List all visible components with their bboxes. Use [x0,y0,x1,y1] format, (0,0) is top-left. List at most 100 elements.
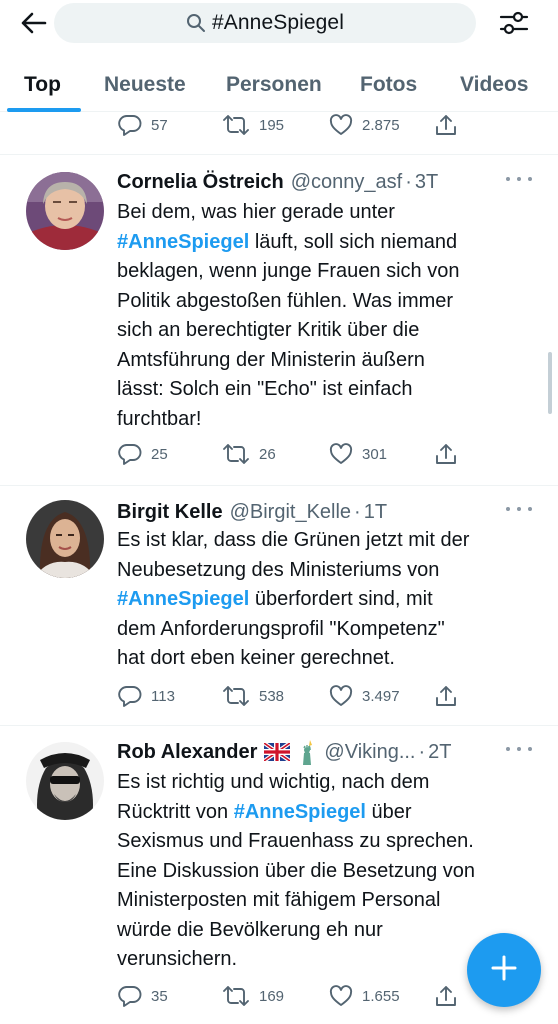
heart-icon [329,114,353,136]
tab-fotos[interactable]: Fotos [360,58,417,111]
like-count: 2.875 [362,116,400,134]
tweet-line: lässt: Solch ein "Echo" ist einfach [117,378,413,400]
tweet-line: Amtsführung der Ministerin äußern [117,348,425,371]
retweet-icon [222,985,250,1007]
share-button[interactable] [434,439,458,469]
like-button[interactable]: 3.497 [329,681,400,711]
author-name[interactable]: Birgit Kelle [117,501,223,524]
retweet-count: 169 [259,987,285,1005]
divider [0,154,558,155]
retweet-icon [222,114,250,136]
hashtag-link[interactable]: #AnneSpiegel [117,588,249,610]
tweet-line: Es ist richtig und wichtig, nach dem [117,771,430,793]
tweet-line: #AnneSpiegel überfordert sind, mit [117,588,433,610]
uk-flag-icon [264,743,291,761]
retweet-icon [222,443,250,465]
tweet-time[interactable]: 3T [415,171,438,194]
tweet-line: Eine Diskussion über die Besetzung von [117,859,475,882]
avatar[interactable] [26,172,104,250]
tweet[interactable]: Birgit Kelle @Birgit_Kelle · 1T Es ist k… [0,498,558,724]
hashtag-link[interactable]: #AnneSpiegel [234,801,366,823]
reply-count: 35 [151,987,168,1005]
like-button[interactable]: 1.655 [329,981,400,1011]
heart-icon [329,985,353,1007]
tab-videos[interactable]: Videos [460,58,528,111]
retweet-count: 538 [259,687,285,705]
reply-button[interactable]: 25 [118,439,168,469]
tweet-line: Neubesetzung des Ministeriums von [117,558,440,581]
retweet-button[interactable]: 169 [222,981,284,1011]
tweet-time[interactable]: 2T [428,741,451,764]
retweet-icon [222,685,250,707]
divider [0,485,558,486]
author-handle[interactable]: @conny_asf [291,171,402,194]
divider [0,725,558,726]
retweet-button[interactable]: 195 [222,110,284,140]
search-query: #AnneSpiegel [212,11,344,34]
separator-dot: · [405,170,412,193]
search-input[interactable]: #AnneSpiegel [54,3,476,43]
hashtag-link[interactable]: #AnneSpiegel [117,231,249,253]
tab-top[interactable]: Top [24,58,61,111]
tweet-text: Es ist richtig und wichtig, nach dem Rüc… [117,768,537,975]
scrollbar[interactable] [548,352,552,414]
more-options-icon[interactable] [506,500,532,518]
statue-of-liberty-icon [297,739,317,765]
like-button[interactable]: 301 [329,439,387,469]
reply-count: 113 [151,687,175,705]
share-button[interactable] [434,110,458,140]
tweet-header: Rob Alexander @Viking... · 2T [117,738,452,766]
tab-personen[interactable]: Personen [226,58,322,111]
tweet-actions: 113 538 3.497 [0,681,558,711]
separator-dot: · [354,500,361,523]
author-name[interactable]: Cornelia Östreich [117,171,284,194]
reply-icon [118,685,142,707]
tweet-line: dem Anforderungsprofil "Kompetenz" [117,617,445,640]
author-name[interactable]: Rob Alexander [117,741,257,764]
tweet-actions: 25 26 301 [0,439,558,469]
retweet-button[interactable]: 538 [222,681,284,711]
tweet-line: würde die Bevölkerung eh nur [117,918,383,941]
like-count: 1.655 [362,987,400,1005]
reply-icon [118,985,142,1007]
reply-button[interactable]: 57 [118,110,168,140]
back-arrow-icon[interactable] [16,6,52,40]
tweet-line: sich an berechtigter Kritik über die [117,319,420,341]
plus-icon [490,954,518,987]
tweet-line: beklagen, wenn junge Frauen sich von [117,260,460,282]
share-icon [434,984,458,1008]
retweet-button[interactable]: 26 [222,439,276,469]
reply-button[interactable]: 113 [118,681,175,711]
tweet-header: Birgit Kelle @Birgit_Kelle · 1T [117,498,387,526]
top-bar: #AnneSpiegel [0,0,558,46]
compose-tweet-button[interactable] [467,933,541,1007]
filter-settings-icon[interactable] [496,6,532,40]
reply-count: 57 [151,116,168,134]
share-button[interactable] [434,981,458,1011]
tweet[interactable]: Cornelia Östreich @conny_asf · 3T Bei de… [0,168,558,484]
prev-tweet-actions: 57 195 2.875 [0,110,558,140]
tweet-line: Sexismus und Frauenhass zu sprechen. [117,830,474,852]
tweet-line: furchtbar! [117,407,202,430]
reply-button[interactable]: 35 [118,981,168,1011]
author-handle[interactable]: @Birgit_Kelle [230,501,351,524]
tab-neueste[interactable]: Neueste [104,58,186,111]
tweet-line: Es ist klar, dass die Grünen jetzt mit d… [117,529,470,551]
tweet-line: Ministerposten mit fähigem Personal [117,889,441,911]
tweet-time[interactable]: 1T [364,501,387,524]
tweet-header: Cornelia Östreich @conny_asf · 3T [117,168,438,196]
share-icon [434,442,458,466]
avatar[interactable] [26,500,104,578]
more-options-icon[interactable] [506,170,532,188]
retweet-count: 26 [259,445,276,463]
reply-icon [118,443,142,465]
heart-icon [329,443,353,465]
share-icon [434,113,458,137]
share-button[interactable] [434,681,458,711]
search-tabs: Top Neueste Personen Fotos Videos [0,58,558,112]
author-handle[interactable]: @Viking... [324,741,415,764]
more-options-icon[interactable] [506,740,532,758]
tweet-text: Bei dem, was hier gerade unter #AnneSpie… [117,198,537,434]
avatar[interactable] [26,742,104,820]
like-button[interactable]: 2.875 [329,110,400,140]
